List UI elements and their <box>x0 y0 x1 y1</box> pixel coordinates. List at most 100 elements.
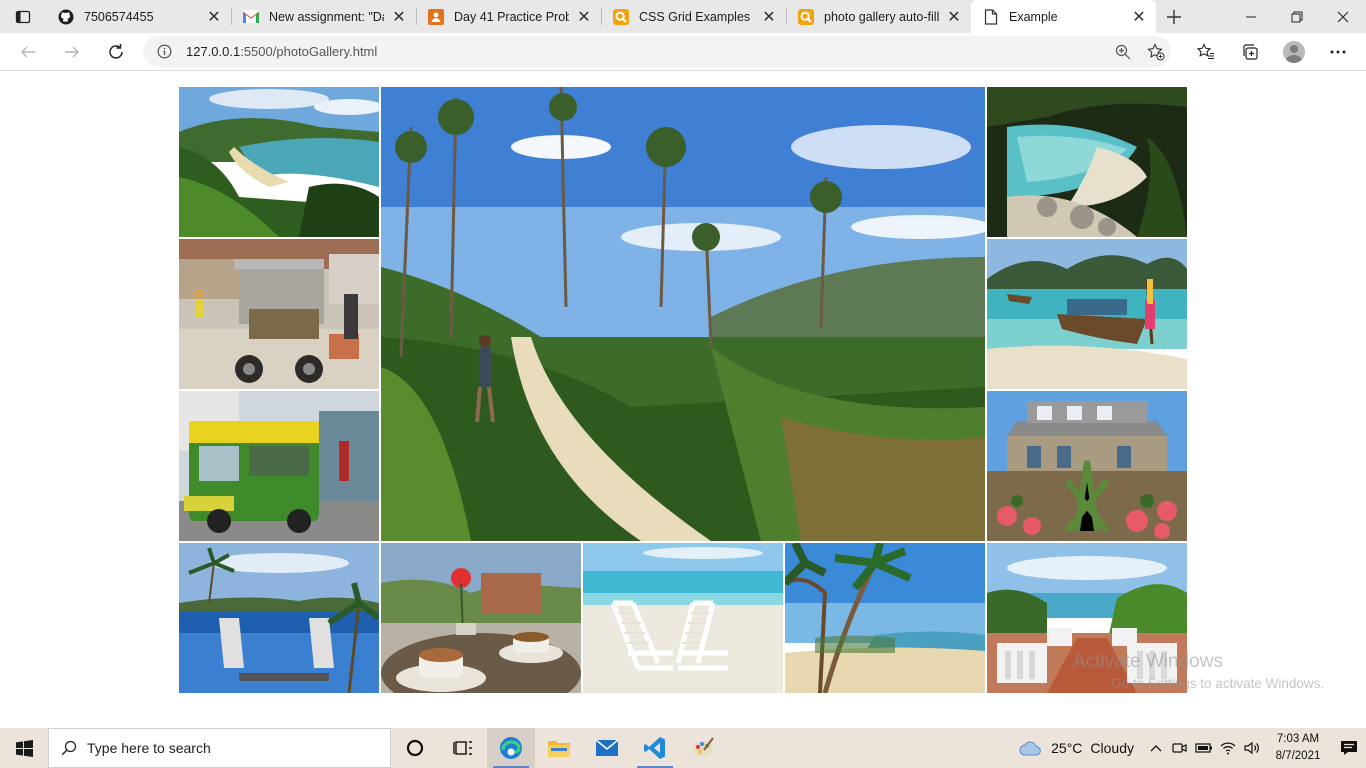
minimize-icon <box>1246 16 1256 17</box>
restore-button[interactable] <box>1274 0 1320 33</box>
photo-infinity-pool <box>179 543 379 693</box>
photo-coffee-cups <box>381 543 581 693</box>
notification-center-button[interactable] <box>1332 728 1366 768</box>
meet-now-button[interactable] <box>1168 728 1192 768</box>
photo-terrace-steps <box>987 543 1187 693</box>
tab-title: Day 41 Practice Proble <box>454 9 569 24</box>
cloud-icon <box>1019 741 1041 756</box>
search-placeholder: Type here to search <box>87 740 211 756</box>
photo-hiking-trail <box>381 87 985 541</box>
settings-more-button[interactable] <box>1316 33 1360 71</box>
close-icon <box>1337 11 1349 22</box>
tab-github[interactable]: 7506574455 ✕ <box>46 0 231 33</box>
browser-toolbar: 127.0.0.1:5500/photoGallery.html <box>0 33 1366 71</box>
folder-icon <box>548 741 570 757</box>
collections-button[interactable] <box>1228 33 1272 71</box>
notification-icon <box>1341 741 1357 755</box>
window-controls <box>1228 0 1366 33</box>
clock-time: 7:03 AM <box>1276 733 1320 745</box>
forward-arrow-icon <box>65 46 79 57</box>
taskbar-file-explorer[interactable] <box>535 728 583 768</box>
search-tab-icon <box>798 8 814 25</box>
taskbar-clock[interactable]: 7:03 AM 8/7/2021 <box>1268 731 1328 765</box>
tab-practice[interactable]: Day 41 Practice Proble ✕ <box>416 0 601 33</box>
meet-now-icon <box>1172 743 1187 753</box>
show-hidden-icons-button[interactable] <box>1144 728 1168 768</box>
taskbar-mail[interactable] <box>583 728 631 768</box>
search-icon <box>61 740 77 756</box>
close-window-button[interactable] <box>1320 0 1366 33</box>
photo-gallery-grid <box>179 87 1187 693</box>
course-icon <box>428 8 444 25</box>
volume-button[interactable] <box>1240 728 1264 768</box>
close-icon[interactable]: ✕ <box>760 8 778 26</box>
close-icon[interactable]: ✕ <box>205 8 223 26</box>
tab-actions-button[interactable] <box>0 0 46 33</box>
close-icon[interactable]: ✕ <box>945 8 963 26</box>
mail-icon <box>595 739 619 756</box>
toolbar-right <box>1184 33 1366 71</box>
speaker-icon <box>1244 741 1259 755</box>
tab-example[interactable]: Example ✕ <box>971 0 1156 33</box>
start-button[interactable] <box>0 728 48 768</box>
favorites-button[interactable] <box>1184 33 1228 71</box>
profile-button[interactable] <box>1272 33 1316 71</box>
tab-actions-icon <box>15 10 31 23</box>
taskbar-vscode[interactable] <box>631 728 679 768</box>
address-bar[interactable]: 127.0.0.1:5500/photoGallery.html <box>143 36 1171 67</box>
minimize-button[interactable] <box>1228 0 1274 33</box>
page-viewport: Activate Windows Go to Settings to activ… <box>0 72 1366 728</box>
clock-date: 8/7/2021 <box>1275 750 1321 762</box>
weather-widget[interactable]: 25°C Cloudy <box>1019 740 1134 756</box>
system-tray: 25°C Cloudy 7:03 AM 8/7/2021 <box>1019 728 1366 768</box>
tab-photo-gallery[interactable]: photo gallery auto-fill ✕ <box>786 0 971 33</box>
taskbar-paint[interactable] <box>679 728 727 768</box>
tab-title: 7506574455 <box>84 9 154 24</box>
windows-logo-icon <box>15 739 33 757</box>
battery-icon <box>1195 743 1212 753</box>
photo-palm-beach <box>785 543 985 693</box>
url-host: 127.0.0.1 <box>186 44 241 59</box>
add-favorite-icon[interactable] <box>1147 42 1165 61</box>
wifi-icon <box>1220 742 1236 755</box>
back-button[interactable] <box>6 33 50 71</box>
tab-strip: 7506574455 ✕ New assignment: "Day ✕ Day … <box>0 0 1366 33</box>
tab-css-grid[interactable]: CSS Grid Examples ✕ <box>601 0 786 33</box>
weather-temperature: 25°C <box>1051 740 1083 756</box>
cortana-icon <box>406 739 424 757</box>
zoom-icon[interactable] <box>1115 44 1131 60</box>
tab-title: New assignment: "Day <box>269 9 384 24</box>
close-icon[interactable]: ✕ <box>390 8 408 26</box>
chevron-up-icon <box>1150 745 1162 752</box>
photo-food-truck <box>179 391 379 541</box>
close-icon[interactable]: ✕ <box>1130 8 1148 26</box>
forward-button[interactable] <box>50 33 94 71</box>
back-arrow-icon <box>21 46 35 57</box>
refresh-icon <box>109 43 123 59</box>
photo-long-tail-boat <box>987 239 1187 389</box>
task-view-button[interactable] <box>439 728 487 768</box>
taskbar-edge[interactable] <box>487 728 535 768</box>
taskbar-search-box[interactable]: Type here to search <box>48 728 391 768</box>
photo-stone-house <box>987 391 1187 541</box>
windows-taskbar: Type here to search 25°C Cloudy 7:03 AM … <box>0 728 1366 768</box>
avatar-icon <box>1283 41 1305 63</box>
weather-condition: Cloudy <box>1090 740 1134 756</box>
url-rest: :5500/photoGallery.html <box>240 44 378 59</box>
search-tab-icon <box>613 8 629 25</box>
tab-gmail[interactable]: New assignment: "Day ✕ <box>231 0 416 33</box>
close-icon[interactable]: ✕ <box>575 8 593 26</box>
new-tab-button[interactable] <box>1156 0 1192 33</box>
url-text: 127.0.0.1:5500/photoGallery.html <box>186 44 377 59</box>
edge-browser-icon <box>500 737 522 759</box>
battery-button[interactable] <box>1192 728 1216 768</box>
photo-beach-cove <box>179 87 379 237</box>
cortana-button[interactable] <box>391 728 439 768</box>
photo-beach-chairs <box>583 543 783 693</box>
vscode-icon <box>644 737 665 759</box>
info-icon[interactable] <box>157 44 172 59</box>
network-button[interactable] <box>1216 728 1240 768</box>
more-icon <box>1330 50 1346 54</box>
refresh-button[interactable] <box>94 33 138 71</box>
gmail-icon <box>243 9 259 25</box>
